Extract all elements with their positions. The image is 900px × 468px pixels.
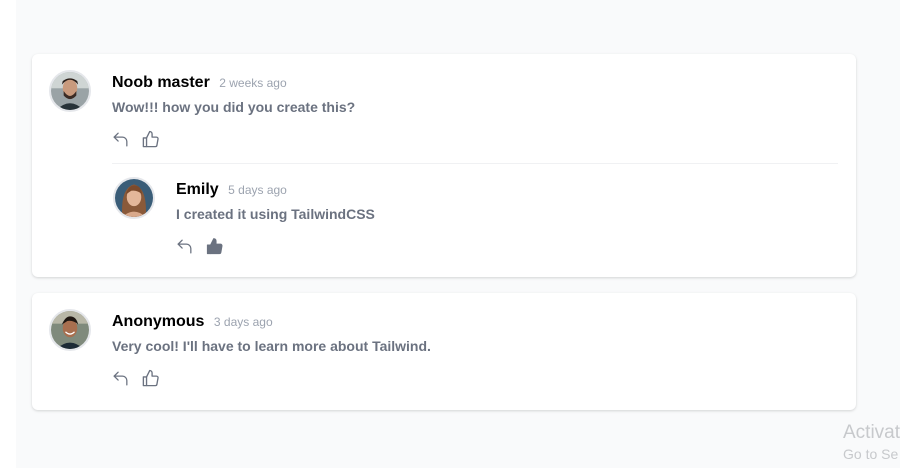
comment-actions — [110, 129, 160, 149]
author-name: Noob master — [112, 74, 210, 91]
thumbs-up-icon[interactable] — [204, 236, 224, 256]
avatar — [113, 177, 155, 219]
avatar — [49, 309, 91, 351]
author-name: Anonymous — [112, 313, 205, 330]
comment-text: Very cool! I'll have to learn more about… — [112, 338, 431, 354]
comment-text: Wow!!! how you did you create this? — [112, 99, 356, 115]
comment-card: Noob master 2 weeks ago Wow!!! how you d… — [32, 54, 856, 277]
comment-actions — [110, 368, 160, 388]
windows-activation-watermark: Activat Go to Se — [843, 422, 900, 462]
comment-text: I created it using TailwindCSS — [176, 206, 375, 222]
comment-actions — [174, 236, 224, 256]
comment-header: Emily 5 days ago — [176, 181, 287, 199]
comment-card: Anonymous 3 days ago Very cool! I'll hav… — [32, 293, 856, 410]
reply-icon[interactable] — [110, 129, 130, 149]
timestamp: 3 days ago — [213, 315, 273, 329]
watermark-line-2: Go to Se — [843, 446, 899, 462]
timestamp: 2 weeks ago — [219, 76, 287, 90]
thumbs-up-icon[interactable] — [140, 129, 160, 149]
avatar — [49, 70, 91, 112]
thumbs-up-icon[interactable] — [140, 368, 160, 388]
timestamp: 5 days ago — [228, 183, 287, 197]
reply-divider — [112, 163, 838, 164]
reply-icon[interactable] — [110, 368, 130, 388]
watermark-line-1: Activat — [843, 422, 900, 443]
comment-header: Anonymous 3 days ago — [112, 313, 273, 331]
comment-header: Noob master 2 weeks ago — [112, 74, 287, 92]
author-name: Emily — [176, 181, 219, 198]
reply-icon[interactable] — [174, 236, 194, 256]
